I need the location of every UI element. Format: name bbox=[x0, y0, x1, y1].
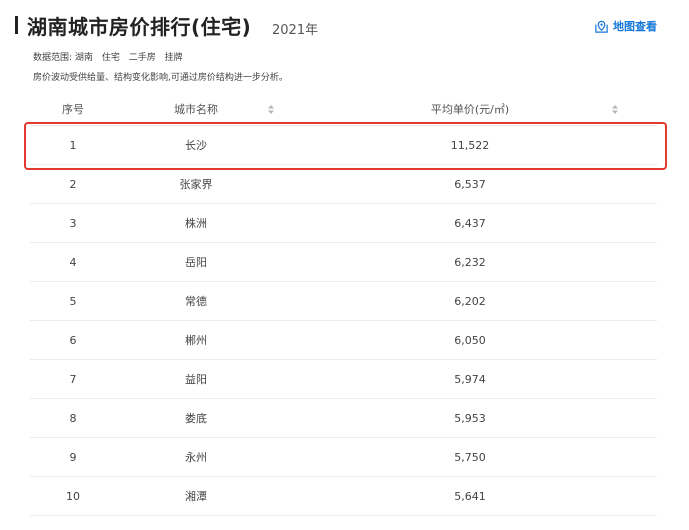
year-label: 2021年 bbox=[272, 23, 319, 38]
city-cell: 长沙 bbox=[185, 139, 207, 152]
table-row[interactable]: 9 永州 5,750 bbox=[30, 438, 657, 477]
rank-cell: 10 bbox=[66, 489, 80, 503]
rank-cell: 2 bbox=[69, 177, 77, 191]
price-cell: 6,050 bbox=[454, 333, 486, 347]
price-cell: 6,537 bbox=[454, 177, 486, 191]
price-cell: 5,974 bbox=[454, 372, 486, 386]
city-cell: 郴州 bbox=[185, 334, 207, 347]
price-ranking-table: 序号 城市名称 平均单价(元/㎡) 1 长沙 11,522 2 张家界 6,53… bbox=[30, 93, 657, 516]
rank-cell: 6 bbox=[69, 333, 77, 347]
sort-icon bbox=[612, 104, 618, 114]
scope-label: 数据范围: bbox=[33, 53, 73, 63]
column-header-city: 城市名称 bbox=[174, 103, 218, 116]
city-cell: 株洲 bbox=[185, 217, 207, 230]
rank-cell: 1 bbox=[69, 138, 77, 152]
price-cell: 6,202 bbox=[454, 294, 486, 308]
table-header: 序号 城市名称 平均单价(元/㎡) bbox=[30, 93, 657, 126]
sort-price-button[interactable] bbox=[612, 93, 618, 125]
map-view-label: 地图查看 bbox=[613, 20, 657, 33]
data-scope: 数据范围: 湖南 住宅 二手房 挂牌 bbox=[33, 50, 189, 63]
city-cell: 永州 bbox=[185, 451, 207, 464]
table-row[interactable]: 5 常德 6,202 bbox=[30, 282, 657, 321]
price-cell: 11,522 bbox=[450, 138, 490, 152]
price-cell: 5,641 bbox=[454, 489, 486, 503]
scope-item-market: 二手房 bbox=[128, 53, 156, 63]
rank-cell: 4 bbox=[69, 255, 77, 269]
column-header-rank: 序号 bbox=[62, 103, 84, 116]
table-row[interactable]: 3 株洲 6,437 bbox=[30, 204, 657, 243]
city-cell: 张家界 bbox=[179, 178, 213, 191]
title-accent-bar bbox=[15, 16, 18, 34]
data-note: 房价波动受供给量、结构变化影响,可通过房价结构进一步分析。 bbox=[33, 73, 288, 83]
page: 湖南城市房价排行(住宅) 2021年 地图查看 数据范围: 湖南 住宅 二手房 … bbox=[0, 0, 689, 530]
city-cell: 娄底 bbox=[185, 412, 207, 425]
city-cell: 岳阳 bbox=[185, 256, 207, 269]
city-cell: 湘潭 bbox=[185, 490, 207, 503]
table-row[interactable]: 2 张家界 6,537 bbox=[30, 165, 657, 204]
rank-cell: 9 bbox=[69, 450, 77, 464]
table-row[interactable]: 10 湘潭 5,641 bbox=[30, 477, 657, 516]
column-header-price: 平均单价(元/㎡) bbox=[430, 103, 510, 116]
table-row[interactable]: 4 岳阳 6,232 bbox=[30, 243, 657, 282]
price-cell: 5,750 bbox=[454, 450, 486, 464]
sort-icon bbox=[268, 104, 274, 114]
scope-item-type: 住宅 bbox=[101, 53, 120, 63]
page-title: 湖南城市房价排行(住宅) bbox=[27, 15, 252, 39]
sort-city-button[interactable] bbox=[268, 93, 274, 125]
table-row[interactable]: 6 郴州 6,050 bbox=[30, 321, 657, 360]
map-pin-icon bbox=[594, 19, 609, 34]
price-cell: 6,437 bbox=[454, 216, 486, 230]
scope-item-region: 湖南 bbox=[74, 53, 93, 63]
rank-cell: 3 bbox=[69, 216, 77, 230]
rank-cell: 5 bbox=[69, 294, 77, 308]
city-cell: 益阳 bbox=[185, 373, 207, 386]
table-row[interactable]: 7 益阳 5,974 bbox=[30, 360, 657, 399]
price-cell: 6,232 bbox=[454, 255, 486, 269]
rank-cell: 7 bbox=[69, 372, 77, 386]
map-view-link[interactable]: 地图查看 bbox=[594, 18, 657, 34]
rank-cell: 8 bbox=[69, 411, 77, 425]
table-row[interactable]: 8 娄底 5,953 bbox=[30, 399, 657, 438]
city-cell: 常德 bbox=[185, 295, 207, 308]
price-cell: 5,953 bbox=[454, 411, 486, 425]
scope-item-listing: 挂牌 bbox=[164, 53, 183, 63]
table-row[interactable]: 1 长沙 11,522 bbox=[30, 126, 657, 165]
